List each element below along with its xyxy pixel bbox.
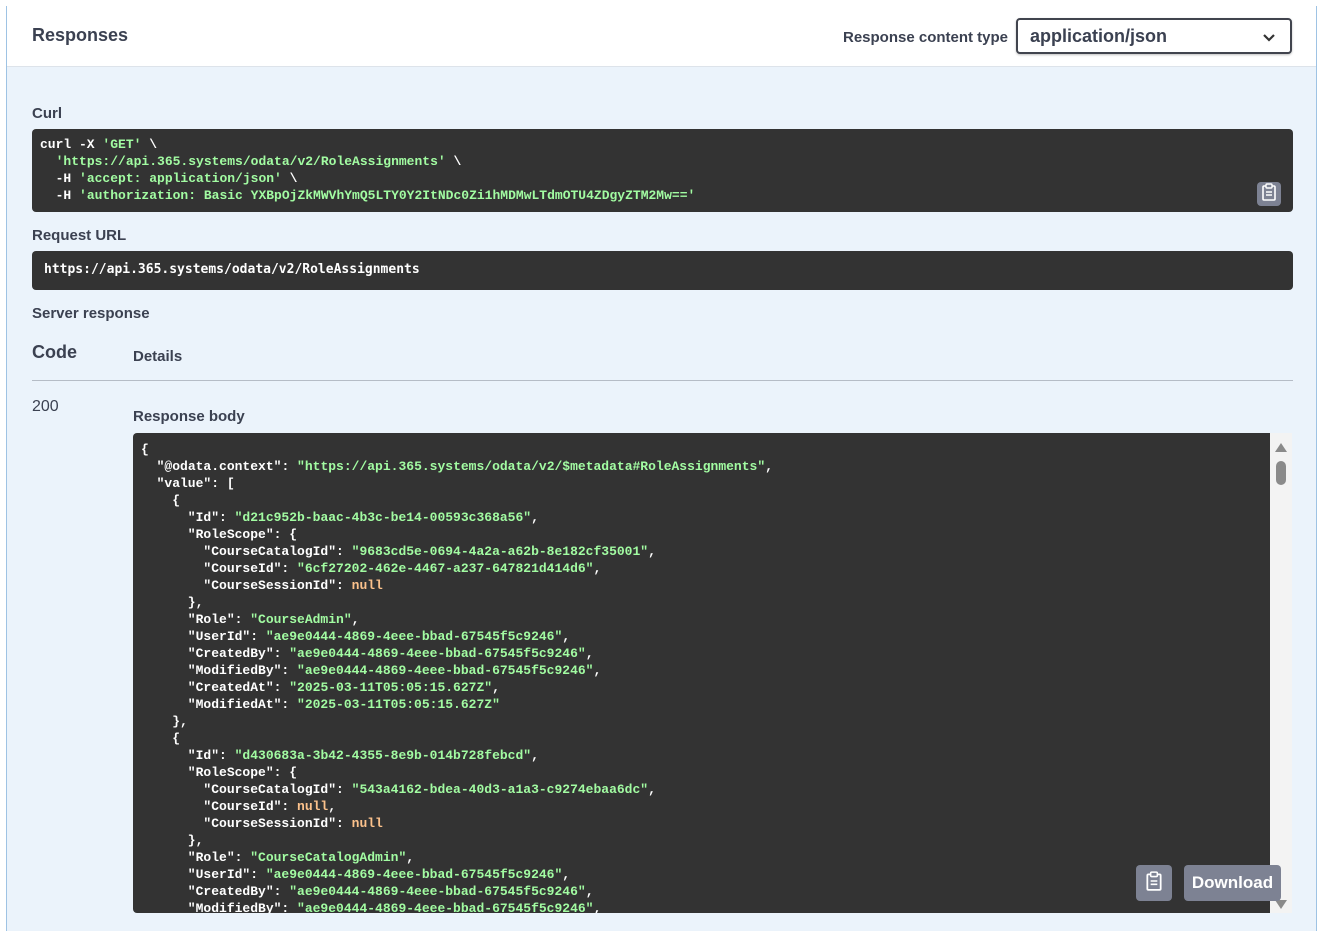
content-type-value: application/json — [1030, 26, 1168, 46]
json-line: "Role": "CourseCatalogAdmin", — [141, 850, 415, 865]
curl-label: Curl — [32, 105, 62, 122]
response-scrollbar[interactable] — [1270, 433, 1292, 913]
json-line: "CourseId": null, — [141, 799, 337, 814]
json-line: "CreatedBy": "ae9e0444-4869-4eee-bbad-67… — [141, 884, 594, 899]
response-body-code: { "@odata.context": "https://api.365.sys… — [141, 441, 1262, 913]
json-line: "ModifiedBy": "ae9e0444-4869-4eee-bbad-6… — [141, 663, 602, 678]
server-response-label: Server response — [32, 305, 150, 322]
request-url-box[interactable]: https://api.365.systems/odata/v2/RoleAss… — [32, 251, 1293, 290]
chevron-down-icon — [1262, 30, 1276, 48]
json-line: }, — [141, 714, 188, 729]
json-line: { — [141, 731, 181, 746]
download-button[interactable]: Download — [1184, 865, 1281, 901]
table-divider — [32, 380, 1293, 381]
json-line: "UserId": "ae9e0444-4869-4eee-bbad-67545… — [141, 629, 571, 644]
json-line: "Role": "CourseAdmin", — [141, 612, 360, 627]
json-line: "Id": "d21c952b-baac-4b3c-be14-00593c368… — [141, 510, 539, 525]
responses-header: Responses Response content type applicat… — [7, 6, 1316, 67]
json-line: "value": [ — [141, 476, 235, 491]
json-line: "CourseSessionId": null — [141, 578, 383, 593]
json-line: "CourseCatalogId": "543a4162-bdea-40d3-a… — [141, 782, 656, 797]
json-line: "RoleScope": { — [141, 765, 298, 780]
curl-code: curl -X 'GET' \ 'https://api.365.systems… — [40, 136, 1285, 204]
request-url-label: Request URL — [32, 227, 127, 244]
json-line: "CreatedAt": "2025-03-11T05:05:15.627Z", — [141, 680, 500, 695]
code-column-header: Code — [32, 342, 77, 362]
json-line: "CourseSessionId": null — [141, 816, 383, 831]
content-type-label: Response content type — [843, 29, 1009, 46]
json-line: }, — [141, 833, 204, 848]
json-line: { — [141, 442, 149, 457]
json-line: "CreatedBy": "ae9e0444-4869-4eee-bbad-67… — [141, 646, 594, 661]
json-line: "RoleScope": { — [141, 527, 298, 542]
curl-line: 'https://api.365.systems/odata/v2/RoleAs… — [55, 154, 462, 169]
clipboard-icon — [1261, 183, 1277, 205]
json-line: "UserId": "ae9e0444-4869-4eee-bbad-67545… — [141, 867, 571, 882]
json-line: "ModifiedBy": "ae9e0444-4869-4eee-bbad-6… — [141, 901, 602, 913]
json-line: "CourseId": "6cf27202-462e-4467-a237-647… — [141, 561, 602, 576]
curl-line: -H 'authorization: Basic YXBpOjZkMWVhYmQ… — [40, 188, 696, 203]
curl-block[interactable]: curl -X 'GET' \ 'https://api.365.systems… — [32, 129, 1293, 212]
json-line: { — [141, 493, 181, 508]
details-column-header: Details — [133, 348, 183, 365]
curl-line: curl -X 'GET' \ — [40, 137, 158, 152]
json-line: "ModifiedAt": "2025-03-11T05:05:15.627Z" — [141, 697, 500, 712]
content-type-select[interactable]: application/json — [1016, 18, 1292, 54]
json-line: "CourseCatalogId": "9683cd5e-0694-4a2a-a… — [141, 544, 656, 559]
response-body-label: Response body — [133, 408, 245, 425]
copy-response-button[interactable] — [1136, 865, 1172, 901]
triangle-up-icon[interactable] — [1275, 439, 1287, 457]
copy-curl-button[interactable] — [1257, 182, 1281, 206]
scrollbar-thumb[interactable] — [1276, 461, 1286, 485]
status-code: 200 — [32, 398, 59, 415]
json-line: "Id": "d430683a-3b42-4355-8e9b-014b728fe… — [141, 748, 539, 763]
json-line: "@odata.context": "https://api.365.syste… — [156, 459, 773, 474]
responses-title: Responses — [32, 25, 129, 45]
curl-line: -H 'accept: application/json' \ — [40, 171, 298, 186]
response-body[interactable]: { "@odata.context": "https://api.365.sys… — [133, 433, 1270, 913]
json-line: }, — [141, 595, 204, 610]
request-url-value: https://api.365.systems/odata/v2/RoleAss… — [44, 262, 420, 277]
clipboard-icon — [1145, 870, 1163, 896]
responses-panel: Responses Response content type applicat… — [6, 6, 1317, 931]
